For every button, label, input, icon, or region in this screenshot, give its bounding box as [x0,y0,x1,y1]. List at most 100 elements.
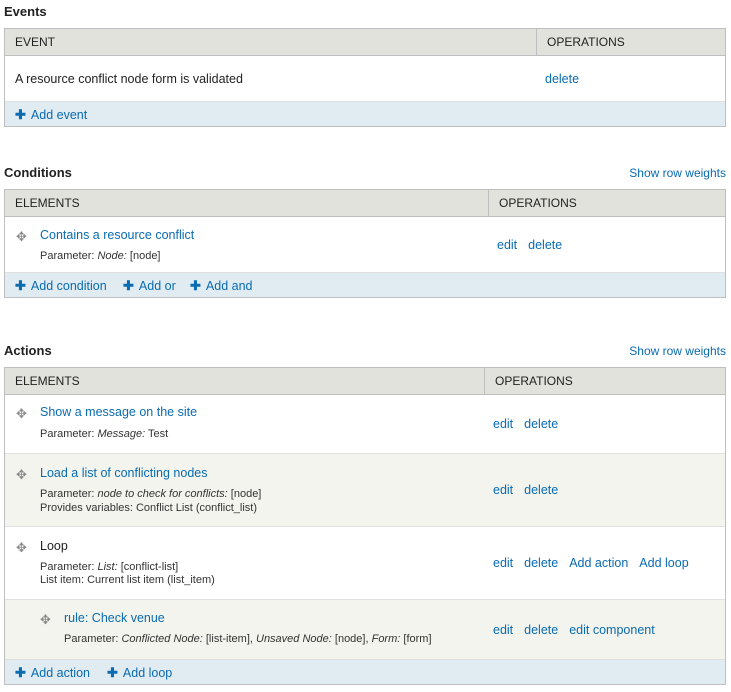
add-loop-link[interactable]: Add loop [639,556,688,570]
conditions-table-header: ELEMENTS OPERATIONS [5,190,725,217]
delete-link[interactable]: delete [524,417,558,431]
show-row-weights-link[interactable]: Show row weights [629,344,726,358]
loop-title: Loop [40,539,68,553]
actions-header: Actions Show row weights [4,339,726,361]
delete-link[interactable]: delete [524,483,558,497]
table-row: ✥ rule: Check venue Parameter: Conflicte… [5,600,725,660]
param-name: Conflicted Node: [121,633,203,645]
param-value: [form] [403,633,432,645]
delete-link[interactable]: delete [528,238,562,252]
col-elements: ELEMENTS [15,374,80,388]
actions-table: ELEMENTS OPERATIONS ✥ Show a message on … [4,367,726,685]
col-operations: OPERATIONS [536,29,726,55]
condition-title-link[interactable]: Contains a resource conflict [40,228,194,242]
table-row: ✥ Loop Parameter: List: [conflict-list] … [5,527,725,600]
edit-link[interactable]: edit [493,556,513,570]
param-name: Unsaved Node: [256,633,332,645]
rule-title-link[interactable]: rule: Check venue [64,611,165,625]
add-and-link[interactable]: ✚ Add and [190,278,252,294]
delete-event-link[interactable]: delete [545,72,579,86]
events-section: Events EVENT OPERATIONS A resource confl… [4,0,726,127]
delete-link[interactable]: delete [524,623,558,637]
drag-handle-icon[interactable]: ✥ [39,613,52,626]
param-value: [conflict-list] [120,561,179,573]
actions-table-header: ELEMENTS OPERATIONS [5,368,725,395]
table-row: A resource conflict node form is validat… [5,56,725,102]
events-header: Events [4,0,726,22]
provides-variables: Provides variables: Conflict List (confl… [40,502,258,514]
events-title: Events [4,4,47,19]
action-operations: edit delete [493,395,558,453]
col-operations: OPERATIONS [484,368,726,394]
param-value: [node] [129,250,161,262]
param-name: Node: [97,250,127,262]
drag-handle-icon[interactable]: ✥ [15,468,28,481]
condition-operations: edit delete [497,217,562,272]
add-condition-label: Add condition [30,279,107,293]
action-parameter: Parameter: node to check for conflicts: … [40,488,261,501]
param-name: Message: [97,428,146,440]
param-value: [list-item], [205,633,253,645]
list-item-info: List item: Current list item (list_item) [40,574,215,586]
conditions-title: Conditions [4,165,72,180]
conditions-section: Conditions Show row weights ELEMENTS OPE… [4,161,726,298]
param-name: node to check for conflicts: [97,488,228,500]
add-loop-label: Add loop [122,666,173,680]
plus-icon: ✚ [15,107,26,122]
add-action-link[interactable]: Add action [569,556,628,570]
rule-operations: edit delete edit component [493,600,655,659]
delete-link[interactable]: delete [524,556,558,570]
action-parameter: Parameter: Message: Test [40,428,168,441]
edit-link[interactable]: edit [493,483,513,497]
edit-link[interactable]: edit [497,238,517,252]
plus-icon: ✚ [15,665,26,680]
param-label: Parameter: [40,250,95,262]
add-or-label: Add or [138,279,176,293]
plus-icon: ✚ [15,278,26,293]
add-event-label: Add event [30,108,88,122]
rule-parameter: Parameter: Conflicted Node: [list-item],… [64,633,432,646]
action-title-link[interactable]: Show a message on the site [40,405,197,419]
param-label: Parameter: [40,561,95,573]
add-condition-link[interactable]: ✚ Add condition [15,278,107,294]
events-footer: ✚ Add event [5,102,725,126]
edit-link[interactable]: edit [493,623,513,637]
param-value: Test [148,428,169,440]
show-row-weights-link[interactable]: Show row weights [629,166,726,180]
param-name: List: [97,561,118,573]
actions-section: Actions Show row weights ELEMENTS OPERAT… [4,339,726,685]
add-or-link[interactable]: ✚ Add or [123,278,176,294]
events-table-header: EVENT OPERATIONS [5,29,725,56]
plus-icon: ✚ [190,278,201,293]
add-and-label: Add and [205,279,253,293]
param-label: Parameter: [64,633,119,645]
table-row: ✥ Contains a resource conflict Parameter… [5,217,725,273]
actions-footer: ✚ Add action ✚ Add loop [5,660,725,684]
conditions-footer: ✚ Add condition ✚ Add or ✚ Add and [5,273,725,297]
add-event-link[interactable]: ✚ Add event [15,107,87,123]
col-operations: OPERATIONS [488,190,726,216]
param-value: [node], [334,633,369,645]
param-value: [node] [230,488,262,500]
edit-component-link[interactable]: edit component [569,623,654,637]
edit-link[interactable]: edit [493,417,513,431]
drag-handle-icon[interactable]: ✥ [15,541,28,554]
add-action-label: Add action [30,666,90,680]
actions-title: Actions [4,343,52,358]
table-row: ✥ Load a list of conflicting nodes Param… [5,454,725,527]
condition-parameter: Parameter: Node: [node] [40,250,161,263]
table-row: ✥ Show a message on the site Parameter: … [5,395,725,454]
drag-handle-icon[interactable]: ✥ [15,407,28,420]
col-event: EVENT [15,35,56,49]
plus-icon: ✚ [123,278,134,293]
param-label: Parameter: [40,428,95,440]
add-action-footer-link[interactable]: ✚ Add action [15,665,90,681]
action-operations: edit delete [493,454,558,526]
action-title-link[interactable]: Load a list of conflicting nodes [40,466,207,480]
col-elements: ELEMENTS [15,196,80,210]
add-loop-footer-link[interactable]: ✚ Add loop [107,665,172,681]
drag-handle-icon[interactable]: ✥ [15,230,28,243]
param-label: Parameter: [40,488,95,500]
event-name: A resource conflict node form is validat… [15,72,243,86]
events-table: EVENT OPERATIONS A resource conflict nod… [4,28,726,127]
